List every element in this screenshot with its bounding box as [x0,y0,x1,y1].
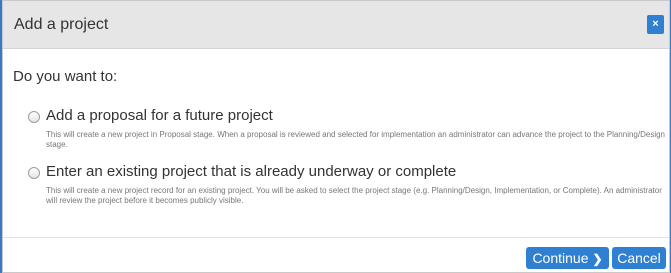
close-button[interactable]: × [647,15,664,34]
option-description: This will create a new project in Propos… [46,130,666,149]
dialog-prompt: Do you want to: [13,68,118,85]
option-label[interactable]: Add a proposal for a future project [46,107,273,124]
cancel-button[interactable]: Cancel [612,247,666,269]
close-icon: × [652,18,659,30]
footer-divider [3,237,669,238]
option-label[interactable]: Enter an existing project that is alread… [46,163,456,180]
radio-existing-project[interactable] [28,167,40,179]
dialog-title: Add a project [14,16,109,33]
continue-label: Continue [532,250,589,266]
add-project-dialog: Add a project × Do you want to: Add a pr… [2,0,670,273]
cancel-label: Cancel [617,250,661,266]
radio-add-proposal[interactable] [28,111,40,123]
option-description: This will create a new project record fo… [46,186,662,205]
continue-button[interactable]: Continue ❯ [526,247,609,269]
chevron-right-icon: ❯ [592,252,603,266]
dialog-header: Add a project × [3,1,669,49]
